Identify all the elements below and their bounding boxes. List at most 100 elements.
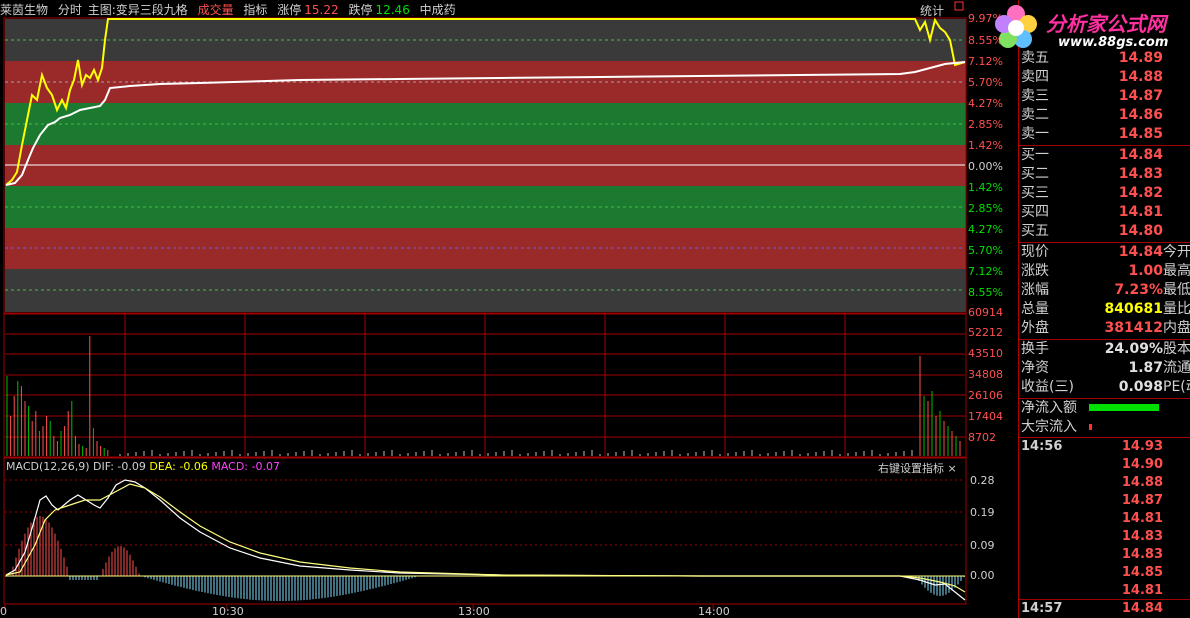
net-inflow-bar [1089,404,1159,411]
flower-logo-icon [995,5,1037,48]
axis-label: 0.00 [970,569,995,582]
time-label: 14:00 [698,605,730,618]
quote-value: 14.84 [1118,244,1163,260]
stock-name[interactable]: 莱茵生物 [0,3,48,17]
tick-price: 14.81 [1121,511,1163,526]
quote-label: 涨幅 [1021,282,1049,298]
axis-label: 0.00% [968,160,1003,173]
sell3-label: 卖三 [1021,88,1049,104]
order-book-row[interactable]: 卖二 14.86 [1021,106,1163,125]
limit-up-value: 15.22 [304,3,339,17]
quote-row: 涨幅 7.23% 最低 [1021,281,1190,300]
axis-label: 17404 [968,410,1003,423]
tick-price: 14.88 [1121,475,1163,490]
axis-label: 7.12% [968,265,1003,278]
axis-label: 26106 [968,389,1003,402]
axis-label: 0.19 [970,506,995,519]
stats-button[interactable]: 统计 [920,2,944,19]
time-label: 0 [0,605,7,618]
tick-price: 14.85 [1121,565,1163,580]
buy2-label: 买二 [1021,166,1049,182]
net-inflow-label: 净流入额 [1021,400,1077,416]
quote-row: 外盘 381412 内盘 [1021,319,1190,338]
tick-time: 14:56 14.93 [1021,437,1163,456]
chart-header: 莱茵生物 分时 主图:变异三段九格 成交量 指标 涨停 15.22 跌停 12.46… [0,0,965,20]
buy5-price: 14.80 [1118,223,1163,239]
quote-label: 现价 [1021,244,1049,260]
tick-price: 14.83 [1121,529,1163,544]
fund-label2: 流通 [1163,360,1190,376]
macd-value: MACD: -0.07 [211,460,280,473]
close-icon[interactable]: × [948,462,957,475]
macd-header: MACD(12,26,9) DIF: -0.09 DEA: -0.06 MACD… [6,460,280,473]
volume-gridlines [5,314,965,457]
quote-label2: 最高 [1163,263,1190,279]
quote-panel: 卖五 14.89 卖四 14.88 卖三 14.87 卖二 14.86 卖一 14.85 … [1018,0,1190,618]
tick-price: 14.93 [1121,439,1163,454]
intraday-chart[interactable] [0,0,1018,618]
macd-title[interactable]: MACD(12,26,9) [6,460,90,473]
indicator-settings[interactable]: 右键设置指标 × [878,460,957,476]
settings-label[interactable]: 右键设置指标 [878,462,944,475]
sell2-price: 14.86 [1118,107,1163,123]
axis-label: 0.28 [970,474,995,487]
order-book-row[interactable]: 买二 14.83 [1021,165,1163,184]
volume-label[interactable]: 成交量 [198,3,234,17]
axis-label: 4.27% [968,223,1003,236]
quote-label2: 量比 [1163,301,1190,317]
buy2-price: 14.83 [1118,166,1163,182]
order-book-row[interactable]: 卖三 14.87 [1021,87,1163,106]
axis-label: 2.85% [968,202,1003,215]
order-book-row[interactable]: 买一 14.84 [1021,146,1163,165]
order-book-row[interactable]: 卖四 14.88 [1021,68,1163,87]
watermark-url: www.88gs.com [1058,35,1169,50]
tick-price: 14.90 [1121,457,1163,472]
order-book-row[interactable]: 买三 14.82 [1021,184,1163,203]
order-book-row[interactable]: 买四 14.81 [1021,203,1163,222]
fund-label: 净资 [1021,360,1049,376]
axis-label: 0.09 [970,539,995,552]
buy5-label: 买五 [1021,223,1049,239]
block-inflow-bar [1089,424,1092,430]
macd-histogram [12,516,965,601]
fundamental-row: 净资 1.87 流通 [1021,359,1190,378]
sell2-label: 卖二 [1021,107,1049,123]
quote-label2: 今开 [1163,244,1190,260]
block-inflow-label: 大宗流入 [1021,419,1077,435]
quote-value: 7.23% [1114,282,1163,298]
quote-value: 840681 [1104,301,1163,317]
fund-value: 1.87 [1128,360,1163,376]
fund-label2: 股本 [1163,341,1190,357]
sell3-price: 14.87 [1118,88,1163,104]
tick-price: 14.83 [1121,547,1163,562]
buy4-price: 14.81 [1118,204,1163,220]
main-chart-formula[interactable]: 主图:变异三段九格 [88,3,188,17]
axis-label: 43510 [968,347,1003,360]
fund-value: 24.09% [1104,341,1163,357]
sector-label[interactable]: 中成药 [420,3,456,17]
axis-label: 8.55% [968,286,1003,299]
buy3-price: 14.82 [1118,185,1163,201]
fund-label: 换手 [1021,341,1049,357]
axis-label: 4.27% [968,97,1003,110]
watermark-title: 分析家公式网 [1046,12,1166,36]
watermark-logo: 分析家公式网 www.88gs.com [990,2,1190,52]
quote-label2: 最低 [1163,282,1190,298]
order-book-row[interactable]: 卖一 14.85 [1021,125,1163,144]
quote-label: 外盘 [1021,320,1049,336]
axis-label: 8702 [968,431,996,444]
axis-label: 34808 [968,368,1003,381]
sell1-label: 卖一 [1021,126,1049,142]
quote-row: 总量 840681 量比 [1021,300,1190,319]
indicator-label[interactable]: 指标 [243,3,267,17]
order-book-row[interactable]: 买五 14.80 [1021,222,1163,241]
mode-label[interactable]: 分时 [58,3,82,17]
sell5-label: 卖五 [1021,50,1049,66]
block-inflow-row: 大宗流入 [1021,418,1092,437]
tick-price: 14.81 [1121,583,1163,598]
time-label: 13:00 [458,605,490,618]
tick-time: 14:57 14.84 [1021,599,1163,618]
tick-price: 14.87 [1121,493,1163,508]
axis-label: 7.12% [968,55,1003,68]
time-axis-ticks [4,604,714,610]
